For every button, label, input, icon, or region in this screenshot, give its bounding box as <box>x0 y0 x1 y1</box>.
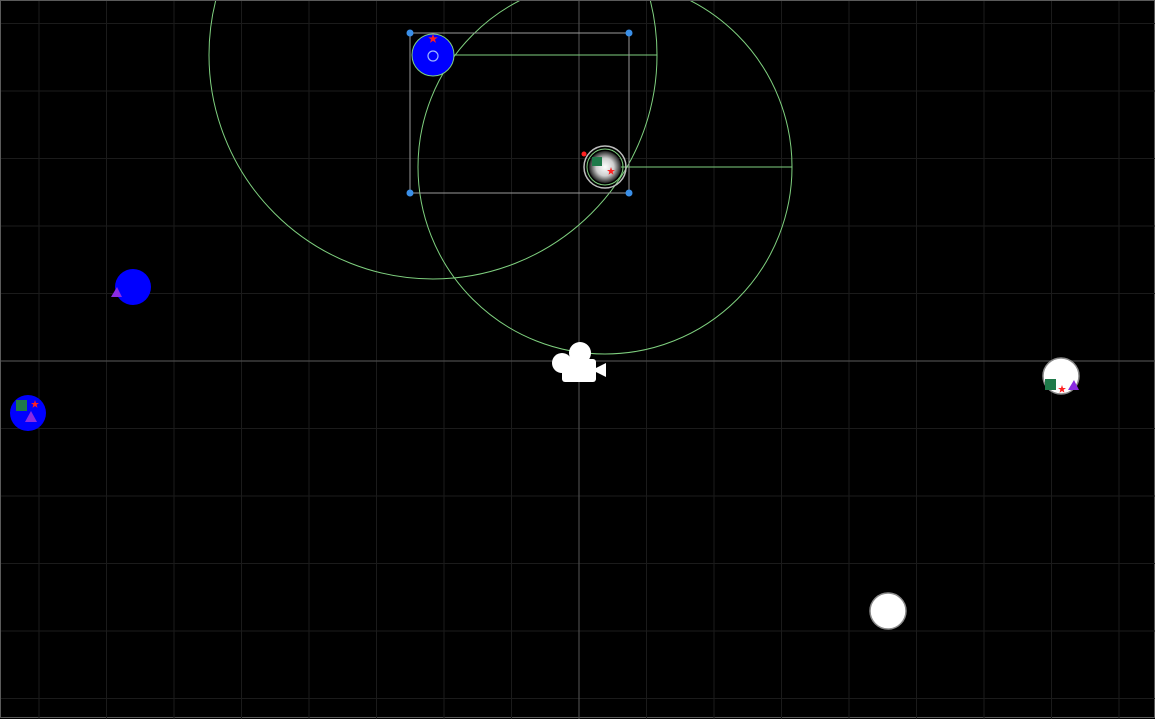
square-icon <box>1045 379 1056 390</box>
resize-handle-icon[interactable] <box>406 189 414 197</box>
camera-icon[interactable] <box>552 342 606 382</box>
resize-handle-icon[interactable] <box>406 29 414 37</box>
white-body-right[interactable] <box>1042 357 1080 395</box>
blue-body-selected[interactable] <box>411 33 455 77</box>
resize-handle-icon[interactable] <box>625 29 633 37</box>
blue-body-left-upper[interactable] <box>111 269 151 305</box>
white-body-selected[interactable] <box>581 145 627 189</box>
blue-body-left-lower[interactable] <box>10 395 46 431</box>
square-icon <box>592 157 602 166</box>
white-body-bottom[interactable] <box>869 592 907 630</box>
square-icon <box>16 400 27 411</box>
resize-handle-icon[interactable] <box>625 189 633 197</box>
scene-canvas[interactable] <box>1 1 1155 719</box>
scene-view[interactable] <box>0 0 1155 719</box>
pivot-dot <box>581 151 587 157</box>
